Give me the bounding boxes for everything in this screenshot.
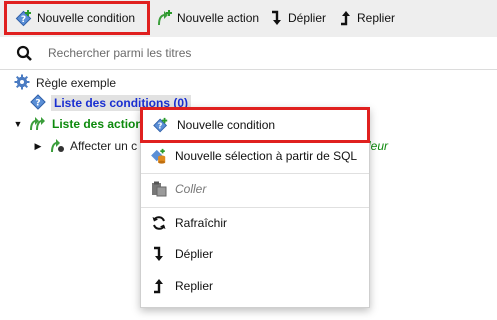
new-condition-label: Nouvelle condition	[37, 11, 136, 25]
tree-item-rule-label: Règle exemple	[36, 76, 117, 90]
new-action-label: Nouvelle action	[177, 11, 260, 25]
tree-item-actions[interactable]: ▼ Liste des actions	[12, 114, 149, 134]
tree-item-assign-label: Affecter un c	[70, 139, 138, 153]
new-condition-button[interactable]: ? Nouvelle condition	[4, 1, 150, 35]
menu-item-expand-label: Déplier	[175, 247, 214, 261]
arrow-down-icon	[270, 9, 284, 27]
svg-text:?: ?	[35, 98, 40, 108]
new-condition-icon: ?	[15, 9, 33, 27]
toolbar: ? Nouvelle condition Nouvelle action Dép…	[0, 0, 497, 38]
menu-item-collapse[interactable]: Replier	[141, 271, 369, 301]
menu-item-collapse-label: Replier	[175, 279, 214, 293]
menu-item-new-condition-label: Nouvelle condition	[177, 118, 276, 132]
menu-item-new-condition[interactable]: ? Nouvelle condition	[140, 107, 370, 143]
condition-icon: ?	[30, 93, 46, 113]
menu-item-refresh-label: Rafraîchir	[175, 216, 228, 230]
menu-item-paste-label: Coller	[175, 182, 207, 196]
tree-item-rule[interactable]: Règle exemple	[14, 73, 116, 93]
assign-action-icon	[48, 137, 66, 156]
gear-icon	[14, 74, 30, 93]
arrow-up-icon	[339, 9, 353, 27]
paste-icon	[151, 181, 167, 197]
search-input[interactable]	[48, 43, 468, 63]
menu-item-new-sql-selection-label: Nouvelle sélection à partir de SQL	[175, 149, 358, 163]
tree-item-assign-value: leur	[368, 136, 388, 156]
refresh-icon	[151, 215, 167, 231]
menu-item-refresh[interactable]: Rafraîchir	[141, 208, 369, 238]
tree-item-assign[interactable]: ▶ Affecter un c	[32, 136, 137, 156]
new-action-button[interactable]: Nouvelle action	[155, 4, 259, 32]
action-icon	[28, 115, 46, 134]
menu-item-expand[interactable]: Déplier	[141, 239, 369, 269]
expand-button[interactable]: Déplier	[270, 4, 326, 32]
svg-text:?: ?	[21, 15, 26, 25]
context-menu: ? Nouvelle condition Nouvelle sélection …	[140, 107, 370, 308]
menu-item-paste[interactable]: Coller	[141, 174, 369, 204]
arrow-up-icon	[151, 278, 167, 294]
expanded-triangle-icon: ▼	[13, 119, 23, 129]
collapsed-triangle-icon: ▶	[34, 140, 42, 151]
tree-item-assign-value-text: leur	[368, 139, 389, 153]
search-bar	[0, 37, 497, 70]
collapse-button[interactable]: Replier	[339, 4, 395, 32]
arrow-down-icon	[151, 246, 167, 262]
svg-text:?: ?	[158, 122, 163, 131]
new-condition-icon: ?	[153, 117, 169, 133]
expand-label: Déplier	[288, 11, 327, 25]
new-action-icon	[155, 9, 173, 27]
menu-item-new-sql-selection[interactable]: Nouvelle sélection à partir de SQL	[141, 141, 369, 171]
tree-item-actions-label: Liste des actions	[52, 117, 150, 131]
search-icon	[16, 45, 34, 66]
sql-selection-icon	[151, 148, 167, 164]
collapse-label: Replier	[357, 11, 396, 25]
